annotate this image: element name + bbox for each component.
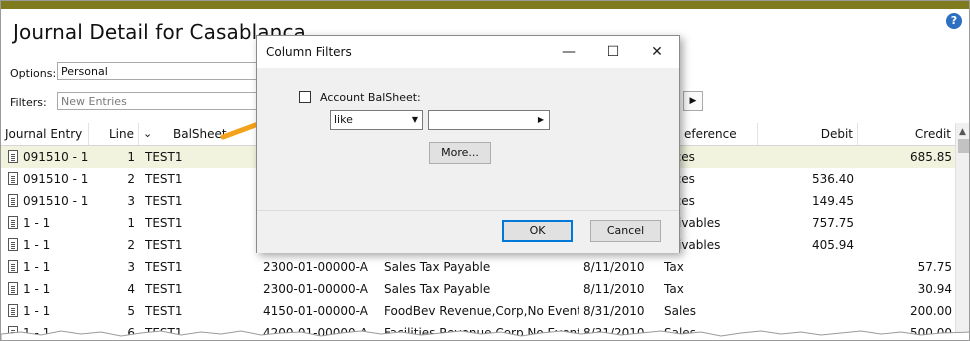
document-icon (8, 282, 18, 295)
header-reference[interactable]: eference (680, 123, 758, 145)
header-line[interactable]: Line (89, 123, 139, 145)
value-arrow-icon[interactable]: ▶ (538, 111, 544, 129)
cell-debit: 149.45 (812, 194, 854, 208)
cell-debit: 405.94 (812, 238, 854, 252)
options-label: Options: (10, 67, 57, 80)
cell-reference: Tax (664, 282, 684, 296)
header-credit[interactable]: Credit (858, 123, 955, 145)
cell-account: 4150-01-00000-A (263, 304, 368, 318)
document-icon (8, 304, 18, 317)
cell-description: Sales Tax Payable (384, 282, 491, 296)
table-row[interactable]: 1 - 1 5 TEST1 4150-01-00000-A FoodBev Revenu… (1, 300, 955, 322)
cell-description: Sales Tax Payable (384, 260, 491, 274)
vertical-scrollbar[interactable]: ▲ (955, 123, 969, 340)
cell-line: 1 (127, 216, 135, 230)
cell-balsheet: TEST1 (145, 194, 183, 208)
cell-credit (858, 212, 952, 234)
document-icon (8, 260, 18, 273)
cell-line: 3 (127, 194, 135, 208)
filter-value-field[interactable]: ▶ (428, 110, 550, 130)
cell-credit: 200.00 (910, 304, 952, 318)
cell-balsheet: TEST1 (145, 238, 183, 252)
chevron-down-icon: ▼ (411, 115, 418, 124)
cell-line: 3 (127, 260, 135, 274)
header-debit[interactable]: Debit (758, 123, 858, 145)
table-row[interactable]: 1 - 1 3 TEST1 2300-01-00000-A Sales Tax Paya… (1, 256, 955, 278)
cell-description: FoodBev Revenue,Corp,No Event (384, 304, 579, 318)
cell-line: 5 (127, 304, 135, 318)
cell-balsheet: TEST1 (145, 150, 183, 164)
cell-debit: 757.75 (812, 216, 854, 230)
dialog-titlebar[interactable]: Column Filters — ☐ ✕ (257, 36, 679, 68)
cell-credit: 30.94 (917, 282, 952, 296)
cell-account: 2300-01-00000-A (263, 282, 368, 296)
cell-credit (858, 168, 952, 190)
account-balsheet-label: Account BalSheet: (320, 91, 421, 104)
cell-line: 4 (127, 282, 135, 296)
header-journal-entry[interactable]: Journal Entry (1, 123, 89, 145)
cell-journal-entry: 1 - 1 (23, 304, 51, 318)
cell-journal-entry: 091510 - 1 (23, 172, 89, 186)
cell-debit (758, 256, 854, 278)
cell-journal-entry: 1 - 1 (23, 260, 51, 274)
cell-credit (858, 234, 952, 256)
dialog-title: Column Filters (266, 45, 352, 59)
cell-reference: Sales (664, 304, 696, 318)
document-icon (8, 238, 18, 251)
operator-value: like (334, 113, 353, 126)
filters-label: Filters: (10, 96, 47, 109)
cell-date: 8/31/2010 (583, 304, 645, 318)
scroll-up-icon[interactable]: ▲ (959, 127, 966, 137)
scroll-thumb[interactable] (958, 139, 969, 153)
dialog-footer: OK Cancel (257, 210, 679, 253)
cell-journal-entry: 091510 - 1 (23, 150, 89, 164)
table-row[interactable]: 1 - 1 4 TEST1 2300-01-00000-A Sales Tax Paya… (1, 278, 955, 300)
document-icon (8, 194, 18, 207)
options-field[interactable]: Personal (57, 62, 262, 80)
cell-debit: 536.40 (812, 172, 854, 186)
more-button[interactable]: More... (429, 142, 491, 164)
cell-reference: Tax (664, 260, 684, 274)
cell-balsheet: TEST1 (145, 304, 183, 318)
filters-field[interactable]: New Entries (57, 92, 262, 110)
sort-chevron-icon[interactable]: ⌄ (139, 123, 161, 145)
cell-line: 2 (127, 172, 135, 186)
cancel-button[interactable]: Cancel (590, 220, 661, 242)
cell-date: 8/11/2010 (583, 282, 645, 296)
cell-balsheet: TEST1 (145, 172, 183, 186)
cell-journal-entry: 1 - 1 (23, 238, 51, 252)
cell-balsheet: TEST1 (145, 282, 183, 296)
cell-balsheet: TEST1 (145, 216, 183, 230)
maximize-icon[interactable]: ☐ (591, 36, 635, 68)
document-icon (8, 216, 18, 229)
close-icon[interactable]: ✕ (635, 36, 679, 68)
document-icon (8, 172, 18, 185)
minimize-icon[interactable]: — (547, 36, 591, 68)
account-balsheet-checkbox[interactable] (299, 91, 311, 103)
cell-date: 8/11/2010 (583, 260, 645, 274)
cell-debit (758, 278, 854, 300)
torn-edge (1, 330, 969, 340)
cell-credit: 685.85 (910, 150, 952, 164)
cell-line: 1 (127, 150, 135, 164)
cell-account: 2300-01-00000-A (263, 260, 368, 274)
cell-journal-entry: 1 - 1 (23, 216, 51, 230)
cell-journal-entry: 091510 - 1 (23, 194, 89, 208)
cell-credit (858, 190, 952, 212)
cell-balsheet: TEST1 (145, 260, 183, 274)
help-icon[interactable]: ? (946, 13, 962, 29)
filters-arrow-button[interactable]: ▶ (683, 91, 703, 111)
cell-journal-entry: 1 - 1 (23, 282, 51, 296)
cell-line: 2 (127, 238, 135, 252)
cell-debit (758, 300, 854, 322)
cell-credit: 57.75 (917, 260, 952, 274)
column-filters-dialog: Column Filters — ☐ ✕ Account BalSheet: l… (256, 35, 680, 253)
operator-select[interactable]: like ▼ (330, 110, 423, 130)
cell-debit (758, 146, 854, 168)
ok-button[interactable]: OK (502, 220, 573, 242)
document-icon (8, 150, 18, 163)
journal-detail-window: Journal Detail for Casablanca ? Options:… (0, 0, 970, 341)
accent-bar (1, 1, 969, 9)
